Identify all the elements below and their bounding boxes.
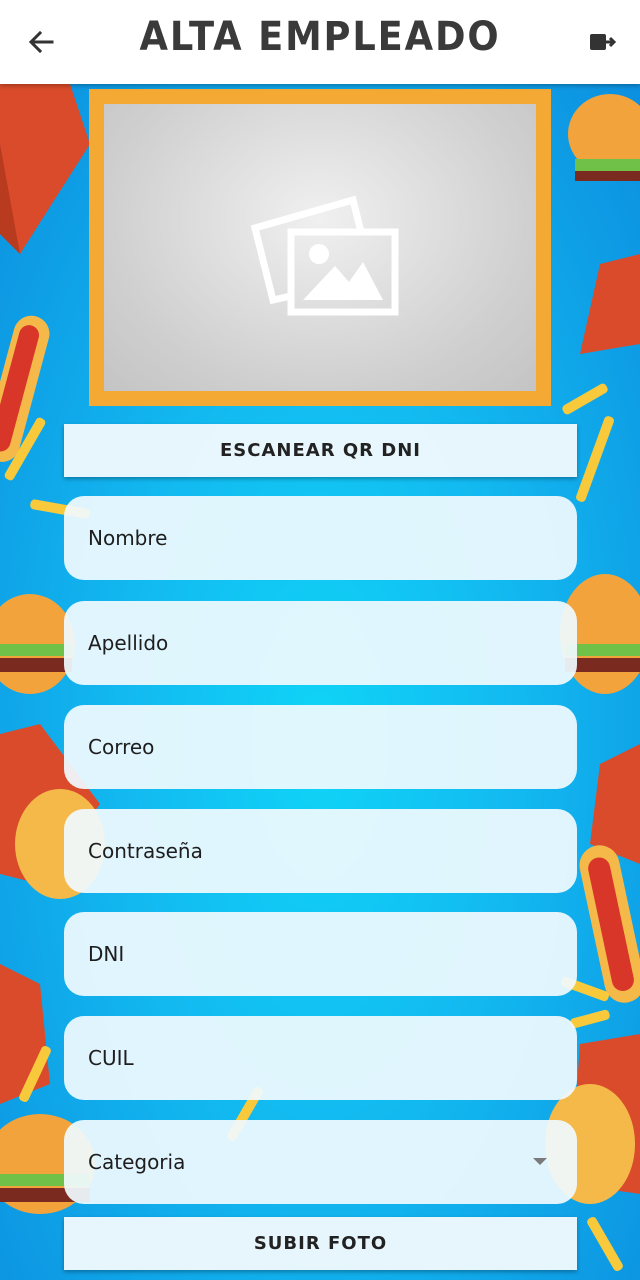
logout-button[interactable] xyxy=(584,24,620,60)
categoria-placeholder: Categoria xyxy=(88,1150,186,1174)
correo-placeholder: Correo xyxy=(88,735,155,759)
dropdown-arrow-icon xyxy=(533,1158,547,1165)
correo-field[interactable]: Correo xyxy=(64,705,577,789)
apellido-field[interactable]: Apellido xyxy=(64,601,577,685)
employee-photo-frame xyxy=(89,89,551,406)
scan-qr-dni-button[interactable]: ESCANEAR QR DNI xyxy=(64,424,577,477)
page-title: ALTA EMPLEADO xyxy=(139,14,501,60)
apellido-placeholder: Apellido xyxy=(88,631,169,655)
cuil-placeholder: CUIL xyxy=(88,1046,134,1070)
app-bar: ALTA EMPLEADO xyxy=(0,0,640,84)
contrasena-placeholder: Contraseña xyxy=(88,839,203,863)
logout-icon xyxy=(590,34,617,50)
nombre-placeholder: Nombre xyxy=(88,526,168,550)
dni-field[interactable]: DNI xyxy=(64,912,577,996)
nombre-field[interactable]: Nombre xyxy=(64,496,577,580)
cuil-field[interactable]: CUIL xyxy=(64,1016,577,1100)
categoria-select[interactable]: Categoria xyxy=(64,1120,577,1204)
contrasena-field[interactable]: Contraseña xyxy=(64,809,577,893)
dni-placeholder: DNI xyxy=(88,942,125,966)
image-placeholder-icon xyxy=(250,195,399,316)
employee-photo[interactable] xyxy=(104,104,536,391)
upload-photo-button[interactable]: SUBIR FOTO xyxy=(64,1217,577,1270)
